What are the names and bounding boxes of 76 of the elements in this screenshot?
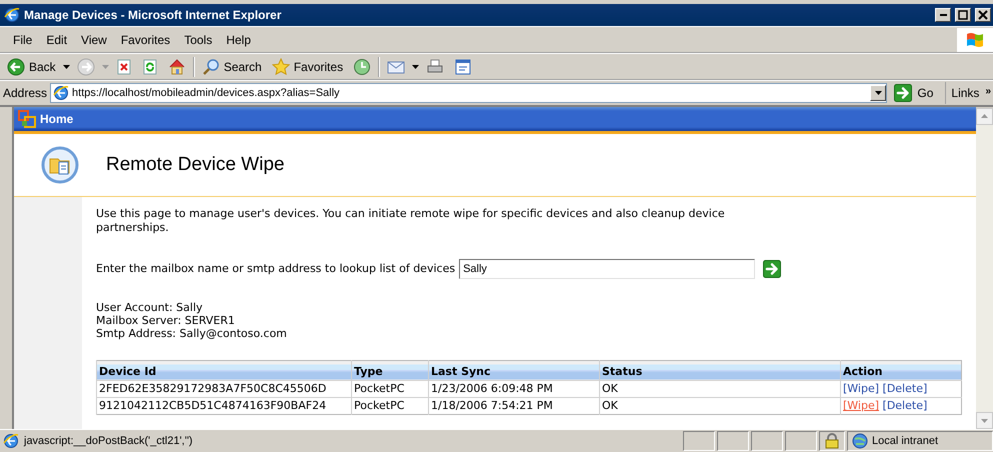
- close-button[interactable]: [975, 8, 991, 22]
- caret-icon[interactable]: [412, 64, 420, 69]
- status-pane: [717, 431, 749, 452]
- lookup-button[interactable]: [763, 260, 782, 278]
- table-cell: PocketPC: [352, 397, 428, 414]
- column-header: Device Id: [96, 360, 352, 380]
- table-cell: 1/23/2006 6:09:48 PM: [428, 380, 600, 398]
- caret-icon: [981, 114, 988, 118]
- column-header: Action: [840, 360, 962, 380]
- history-icon: [353, 58, 372, 76]
- menu-item[interactable]: File: [6, 32, 40, 47]
- flag-logo-icon: [965, 30, 985, 49]
- maximize-button[interactable]: [955, 8, 971, 22]
- more-button[interactable]: »: [985, 86, 991, 98]
- account-info: User Account: Sally: [96, 300, 204, 314]
- search-button[interactable]: Search: [198, 56, 265, 77]
- menu-item[interactable]: Favorites: [114, 32, 178, 47]
- address-label: Address: [3, 86, 48, 100]
- menu-item[interactable]: View: [74, 32, 114, 47]
- scrollbar[interactable]: [976, 108, 993, 430]
- caret-icon: [981, 418, 988, 423]
- caret-icon: [874, 91, 882, 96]
- scroll-down-button[interactable]: [976, 412, 993, 430]
- window-title: Manage Devices - Microsoft Internet Explorer: [24, 8, 282, 22]
- office-logo-icon: [18, 110, 36, 128]
- menu-item[interactable]: Edit: [39, 32, 74, 47]
- dropdown-button[interactable]: [870, 85, 886, 102]
- status-pane: [751, 431, 783, 452]
- action-link[interactable]: [Wipe]: [843, 382, 880, 396]
- favorites-button[interactable]: Favorites: [268, 56, 346, 77]
- search-icon: [202, 58, 220, 76]
- status-pane: [785, 431, 817, 452]
- table-cell: OK: [600, 380, 840, 398]
- home-link[interactable]: Home: [40, 112, 74, 126]
- table-cell: PocketPC: [352, 380, 428, 398]
- page-icon: [3, 433, 19, 450]
- column-header: Status: [600, 360, 840, 380]
- menu-item[interactable]: Help: [219, 32, 258, 47]
- page-title: Remote Device Wipe: [106, 154, 284, 176]
- account-info: Mailbox Server: SERVER1: [96, 314, 236, 327]
- globe-icon: [852, 433, 868, 450]
- folder-documents-icon: [41, 146, 79, 184]
- refresh-icon: [142, 58, 158, 75]
- go-button[interactable]: Go: [890, 82, 946, 104]
- column-header: Last Sync: [428, 360, 600, 380]
- zone-label: Local intranet: [872, 435, 938, 448]
- column-header: Type: [352, 360, 428, 380]
- action-link[interactable]: [Delete]: [882, 382, 928, 396]
- minimize-button[interactable]: [935, 8, 951, 22]
- lookup-label: Enter the mailbox name or smtp address to lookup list of devices: [96, 262, 456, 276]
- minimize-icon: [940, 14, 946, 16]
- notepad-icon: [454, 58, 472, 76]
- links-button[interactable]: Links: [951, 86, 980, 100]
- maximize-icon: [958, 10, 968, 20]
- caret-icon[interactable]: [62, 64, 70, 69]
- scroll-up-button[interactable]: [976, 108, 993, 125]
- table-cell: OK: [600, 397, 840, 414]
- mailbox-input[interactable]: Sally: [459, 258, 756, 279]
- menu-item[interactable]: Tools: [177, 32, 220, 47]
- close-icon: [978, 10, 988, 20]
- table-cell: 2FED62E35829172983A7F50C8C45506D: [96, 380, 352, 398]
- status-text: javascript:__doPostBack('_ctl21',''): [24, 435, 193, 448]
- star-icon: [272, 58, 290, 76]
- status-pane: [683, 431, 715, 452]
- envelope-icon: [387, 58, 406, 75]
- browser-icon: [4, 6, 20, 23]
- page-icon: [53, 85, 70, 102]
- stop-icon: [116, 58, 132, 75]
- account-info: Smtp Address: Sally@contoso.com: [96, 326, 288, 340]
- address-field[interactable]: https://localhost/mobileadmin/devices.aspx?alias=Sally: [50, 83, 888, 104]
- action-link[interactable]: [Delete]: [882, 399, 928, 412]
- back-button[interactable]: Back: [4, 56, 59, 77]
- house-icon: [168, 58, 186, 76]
- table-cell: 9121042112CB5D51C4874163F90BAF24: [96, 397, 352, 414]
- table-cell: 1/18/2006 7:54:21 PM: [428, 397, 600, 414]
- intro-text: Use this page to manage user's devices. You can initiate remote wipe for specific devices and also cleanup device partnerships.: [96, 206, 726, 235]
